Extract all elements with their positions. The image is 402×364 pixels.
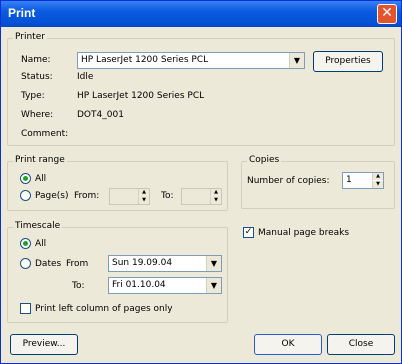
spin-down-icon[interactable]: ▼ bbox=[138, 197, 149, 204]
print-range-group: Print range All Page(s) From: ▲ ▼ To: ▲ … bbox=[7, 155, 228, 211]
title-bar[interactable]: Print ✕ bbox=[1, 1, 401, 27]
timescale-label: Timescale bbox=[13, 221, 63, 231]
status-value: Idle bbox=[77, 72, 94, 82]
ok-button[interactable]: OK bbox=[254, 334, 322, 355]
timescale-from-value: Sun 19.09.04 bbox=[112, 258, 173, 268]
spin-up-icon[interactable]: ▲ bbox=[210, 189, 221, 196]
print-range-from-spinner[interactable]: ▲ ▼ bbox=[109, 188, 150, 205]
timescale-all-label[interactable]: All bbox=[35, 239, 46, 249]
print-range-all-label[interactable]: All bbox=[35, 174, 46, 184]
manual-page-breaks-checkbox[interactable]: ✓ bbox=[243, 227, 254, 238]
where-value: DOT4_001 bbox=[77, 110, 124, 120]
manual-page-breaks-label[interactable]: Manual page breaks bbox=[258, 228, 349, 238]
timescale-from-select[interactable]: Sun 19.09.04 ▼ bbox=[108, 255, 222, 272]
spin-up-icon[interactable]: ▲ bbox=[138, 189, 149, 196]
printer-group-label: Printer bbox=[13, 32, 47, 42]
copies-label: Copies bbox=[247, 155, 282, 165]
type-value: HP LaserJet 1200 Series PCL bbox=[77, 91, 205, 101]
printer-name-select[interactable]: HP LaserJet 1200 Series PCL ▼ bbox=[77, 52, 305, 69]
printer-group: Printer Name: HP LaserJet 1200 Series PC… bbox=[7, 32, 395, 146]
copies-spinner[interactable]: 1 ▲ ▼ bbox=[342, 172, 384, 189]
timescale-to-value: Fri 01.10.04 bbox=[112, 280, 166, 290]
chevron-down-icon[interactable]: ▼ bbox=[206, 278, 221, 293]
spin-down-icon[interactable]: ▼ bbox=[210, 197, 221, 204]
timescale-to-select[interactable]: Fri 01.10.04 ▼ bbox=[108, 277, 222, 294]
timescale-dates-radio[interactable] bbox=[20, 258, 31, 269]
properties-button[interactable]: Properties bbox=[313, 51, 383, 72]
status-label: Status: bbox=[21, 72, 53, 82]
timescale-all-radio[interactable] bbox=[20, 238, 31, 249]
preview-button[interactable]: Preview... bbox=[10, 334, 78, 355]
type-label: Type: bbox=[21, 91, 45, 101]
comment-label: Comment: bbox=[21, 129, 69, 139]
timescale-from-label: From bbox=[66, 259, 89, 269]
print-left-column-label[interactable]: Print left column of pages only bbox=[35, 304, 173, 314]
print-left-column-checkbox[interactable] bbox=[20, 303, 31, 314]
copies-group: Copies Number of copies: 1 ▲ ▼ bbox=[241, 155, 395, 209]
print-range-pages-radio[interactable] bbox=[20, 190, 31, 201]
printer-name-value: HP LaserJet 1200 Series PCL bbox=[81, 55, 209, 65]
number-of-copies-label: Number of copies: bbox=[247, 176, 330, 186]
spin-down-icon[interactable]: ▼ bbox=[372, 181, 383, 188]
chevron-down-icon[interactable]: ▼ bbox=[206, 256, 221, 271]
print-range-label: Print range bbox=[13, 155, 67, 165]
timescale-group: Timescale All Dates From Sun 19.09.04 ▼ … bbox=[7, 221, 228, 323]
print-range-all-radio[interactable] bbox=[20, 173, 31, 184]
close-icon[interactable]: ✕ bbox=[377, 4, 397, 24]
print-range-to-spinner[interactable]: ▲ ▼ bbox=[181, 188, 222, 205]
dialog-title: Print bbox=[8, 6, 36, 20]
printer-name-label: Name: bbox=[21, 55, 51, 65]
print-range-from-label: From: bbox=[74, 191, 100, 201]
chevron-down-icon[interactable]: ▼ bbox=[289, 53, 304, 68]
spin-up-icon[interactable]: ▲ bbox=[372, 173, 383, 180]
print-range-pages-label[interactable]: Page(s) bbox=[35, 191, 69, 201]
timescale-dates-label[interactable]: Dates bbox=[35, 259, 61, 269]
close-button[interactable]: Close bbox=[327, 334, 395, 355]
copies-value: 1 bbox=[346, 175, 352, 185]
where-label: Where: bbox=[21, 110, 54, 120]
print-dialog: Print ✕ Printer Name: HP LaserJet 1200 S… bbox=[0, 0, 402, 364]
timescale-to-label: To: bbox=[72, 281, 85, 291]
print-range-to-label: To: bbox=[161, 191, 174, 201]
